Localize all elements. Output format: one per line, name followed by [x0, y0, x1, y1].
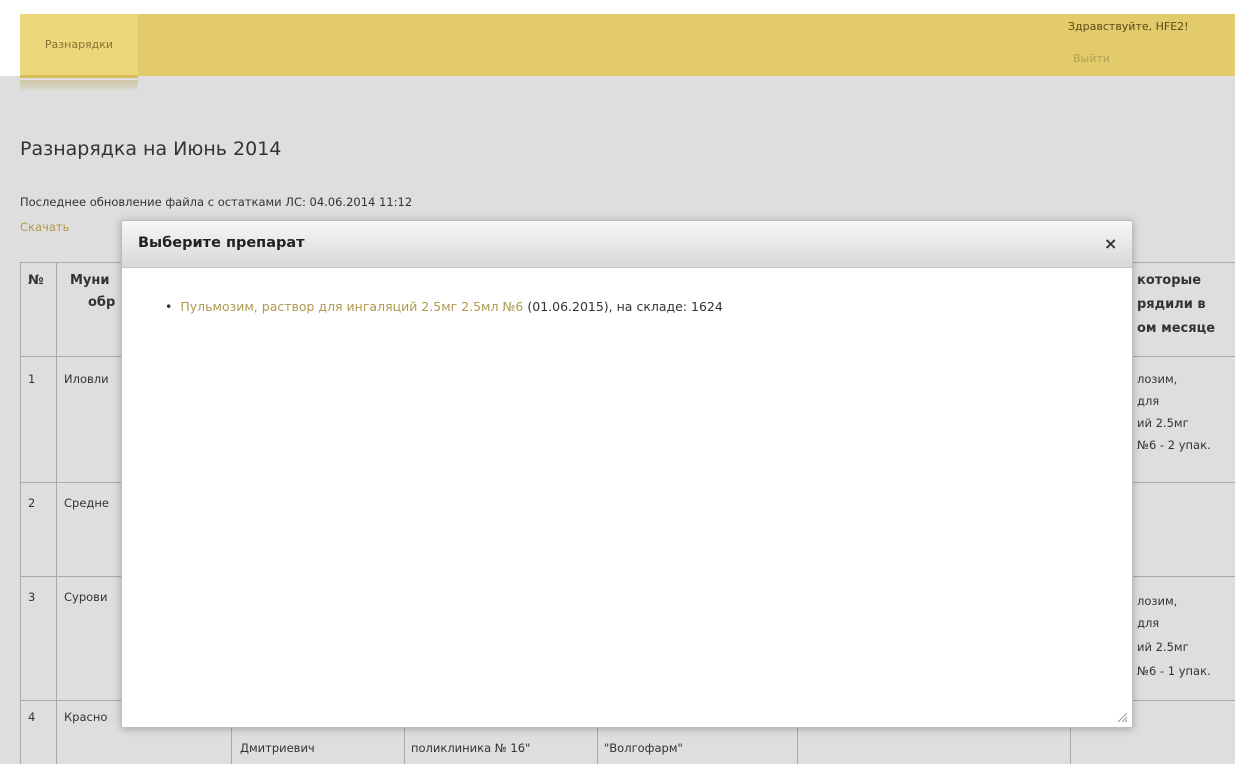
row-cell: "Волгофарм" — [604, 741, 683, 755]
row-name: Средне — [64, 496, 109, 510]
header-last-2: рядили в — [1137, 297, 1206, 312]
modal-header[interactable]: Выберите препарат × — [122, 221, 1132, 268]
table-line — [20, 262, 21, 764]
table-line — [56, 262, 57, 764]
modal-title: Выберите препарат — [138, 235, 305, 251]
select-drug-modal: Выберите препарат × • Пульмозим, раствор … — [121, 220, 1133, 728]
row-num: 3 — [28, 590, 36, 604]
table-line — [404, 728, 405, 764]
resize-handle-icon[interactable] — [1116, 711, 1128, 723]
row-last: для — [1137, 616, 1160, 630]
drug-link[interactable]: Пульмозим, раствор для ингаляций 2.5мг 2… — [180, 299, 523, 314]
row-num: 2 — [28, 496, 36, 510]
drug-list-item: • Пульмозим, раствор для ингаляций 2.5мг … — [165, 299, 723, 314]
row-num: 4 — [28, 710, 36, 724]
last-update-text: Последнее обновление файла с остатками Л… — [20, 195, 413, 209]
header-municipality: Муни — [70, 273, 110, 288]
close-icon[interactable]: × — [1104, 234, 1117, 253]
table-line — [597, 728, 598, 764]
nav-tab-label: Разнарядки — [44, 38, 114, 51]
row-name: Иловли — [64, 372, 109, 386]
row-cell: поликлиника № 16" — [411, 741, 531, 755]
row-last: лозим, — [1137, 372, 1178, 386]
header-last-1: которые — [1137, 273, 1202, 288]
row-cell: Дмитриевич — [240, 741, 315, 755]
row-last: ий 2.5мг — [1137, 640, 1189, 654]
row-last: лозим, — [1137, 594, 1178, 608]
page-title: Разнарядка на Июнь 2014 — [20, 138, 282, 160]
row-name: Сурови — [64, 590, 108, 604]
bullet-icon: • — [165, 299, 173, 314]
download-link[interactable]: Скачать — [20, 220, 69, 234]
drug-details: (01.06.2015), на складе: 1624 — [523, 299, 723, 314]
header-last-3: ом месяце — [1137, 321, 1216, 336]
header-num: № — [28, 273, 44, 288]
row-last: №6 - 2 упак. — [1137, 438, 1211, 452]
greeting-text: Здравствуйте, HFE2! — [1068, 20, 1189, 33]
row-num: 1 — [28, 372, 36, 386]
nav-tab-shadow — [20, 80, 138, 92]
header-municipality-2: обр — [88, 295, 116, 310]
logout-link[interactable]: Выйти — [1073, 52, 1110, 65]
row-name: Красно — [64, 710, 108, 724]
table-line — [231, 728, 232, 764]
nav-tab-assignments[interactable]: Разнарядки — [20, 14, 138, 78]
row-last: ий 2.5мг — [1137, 416, 1189, 430]
navbar — [20, 14, 1235, 76]
row-last: для — [1137, 394, 1160, 408]
row-last: №6 - 1 упак. — [1137, 664, 1211, 678]
table-line — [797, 728, 798, 764]
